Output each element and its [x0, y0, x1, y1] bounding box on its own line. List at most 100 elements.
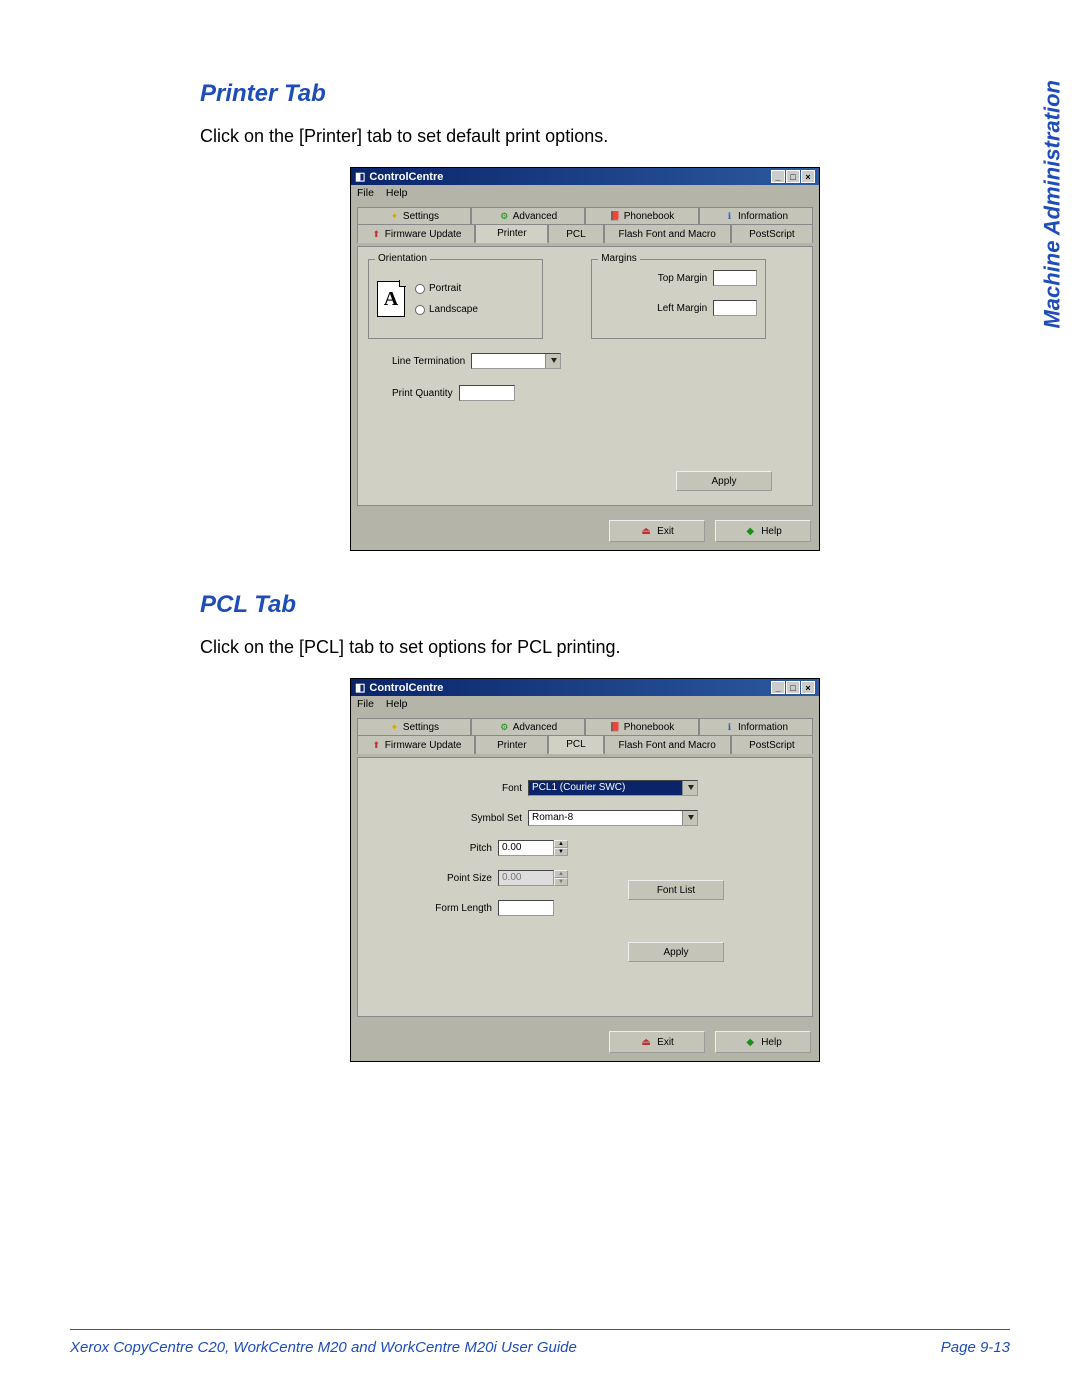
top-margin-label: Top Margin	[658, 273, 707, 284]
spin-up-icon[interactable]: ▲	[554, 840, 568, 848]
spin-down-icon[interactable]: ▼	[554, 848, 568, 856]
menu-help[interactable]: Help	[386, 698, 408, 710]
minimize-button[interactable]: _	[771, 681, 785, 694]
tab-printer[interactable]: Printer	[475, 735, 548, 754]
wrench-icon: ✦	[389, 722, 400, 733]
tab-phonebook[interactable]: 📕Phonebook	[585, 718, 699, 736]
tab-advanced[interactable]: ⚙Advanced	[471, 718, 585, 736]
symbol-set-label: Symbol Set	[452, 813, 522, 824]
tab-phonebook-label: Phonebook	[624, 722, 675, 733]
menubar: File Help	[351, 185, 819, 201]
line-termination-dropdown[interactable]	[471, 353, 561, 369]
maximize-button[interactable]: □	[786, 681, 800, 694]
pitch-value: 0.00	[502, 842, 521, 853]
tab-pcl[interactable]: PCL	[548, 224, 603, 243]
orientation-preview-icon: A	[377, 281, 405, 317]
symbol-set-dropdown[interactable]: Roman-8	[528, 810, 698, 826]
menubar: File Help	[351, 696, 819, 712]
apply-button[interactable]: Apply	[628, 942, 724, 962]
help-icon: ◆	[744, 1036, 756, 1048]
pitch-label: Pitch	[422, 843, 492, 854]
point-size-spinner[interactable]: 0.00▲▼	[498, 870, 554, 886]
tab-pcl[interactable]: PCL	[548, 735, 603, 754]
left-margin-input[interactable]	[713, 300, 757, 316]
titlebar: ◧ ControlCentre _ □ ×	[351, 679, 819, 696]
apply-button[interactable]: Apply	[676, 471, 772, 491]
desc-printer-tab: Click on the [Printer] tab to set defaul…	[200, 126, 970, 147]
print-quantity-label: Print Quantity	[392, 388, 453, 399]
left-margin-label: Left Margin	[657, 303, 707, 314]
font-list-button[interactable]: Font List	[628, 880, 724, 900]
top-margin-input[interactable]	[713, 270, 757, 286]
close-button[interactable]: ×	[801, 170, 815, 183]
tab-firmware-label: Firmware Update	[385, 229, 462, 240]
window-title: ControlCentre	[369, 682, 443, 694]
pitch-spinner[interactable]: 0.00▲▼	[498, 840, 554, 856]
footer-rule	[70, 1329, 1010, 1330]
help-icon: ◆	[744, 525, 756, 537]
tab-advanced[interactable]: ⚙Advanced	[471, 207, 585, 225]
tab-postscript[interactable]: PostScript	[731, 735, 813, 754]
help-label: Help	[761, 526, 782, 537]
menu-file[interactable]: File	[357, 187, 374, 199]
wrench-icon: ✦	[389, 211, 400, 222]
help-button[interactable]: ◆ Help	[715, 520, 811, 542]
exit-button[interactable]: ⏏ Exit	[609, 520, 705, 542]
controlcentre-window-pcl: ◧ ControlCentre _ □ × File Help ✦Setting…	[350, 678, 820, 1062]
maximize-button[interactable]: □	[786, 170, 800, 183]
tab-postscript[interactable]: PostScript	[731, 224, 813, 243]
tab-flash-font-macro[interactable]: Flash Font and Macro	[604, 735, 731, 754]
tab-phonebook[interactable]: 📕Phonebook	[585, 207, 699, 225]
orientation-legend: Orientation	[375, 253, 430, 264]
close-button[interactable]: ×	[801, 681, 815, 694]
tab-settings[interactable]: ✦Settings	[357, 207, 471, 225]
tab-information-label: Information	[738, 211, 788, 222]
radio-landscape-label: Landscape	[429, 304, 478, 315]
print-quantity-input[interactable]	[459, 385, 515, 401]
tab-printer-label: Printer	[497, 740, 526, 751]
gear-icon: ⚙	[499, 211, 510, 222]
tab-firmware-update[interactable]: ⬆Firmware Update	[357, 224, 475, 243]
tab-firmware-update[interactable]: ⬆Firmware Update	[357, 735, 475, 754]
tab-flash-font-macro[interactable]: Flash Font and Macro	[604, 224, 731, 243]
tab-firmware-label: Firmware Update	[385, 740, 462, 751]
tab-information-label: Information	[738, 722, 788, 733]
radio-landscape[interactable]: Landscape	[415, 304, 478, 315]
tab-information[interactable]: ℹInformation	[699, 207, 813, 225]
tab-settings-label: Settings	[403, 722, 439, 733]
exit-button[interactable]: ⏏Exit	[609, 1031, 705, 1053]
footer-page-number: Page 9-13	[941, 1339, 1010, 1356]
tab-postscript-label: PostScript	[749, 229, 795, 240]
tab-settings[interactable]: ✦Settings	[357, 718, 471, 736]
app-icon: ◧	[355, 681, 365, 694]
menu-file[interactable]: File	[357, 698, 374, 710]
tab-advanced-label: Advanced	[513, 722, 557, 733]
book-icon: 📕	[610, 211, 621, 222]
font-value: PCL1 (Courier SWC)	[532, 782, 625, 793]
tab-printer[interactable]: Printer	[475, 224, 548, 243]
exit-icon: ⏏	[640, 525, 652, 537]
orientation-group: Orientation A Portrait Landscape	[368, 259, 543, 339]
form-length-label: Form Length	[422, 903, 492, 914]
tab-advanced-label: Advanced	[513, 211, 557, 222]
minimize-button[interactable]: _	[771, 170, 785, 183]
info-icon: ℹ	[724, 211, 735, 222]
spin-down-icon[interactable]: ▼	[554, 878, 568, 886]
form-length-input[interactable]	[498, 900, 554, 916]
radio-portrait[interactable]: Portrait	[415, 283, 478, 294]
spin-up-icon[interactable]: ▲	[554, 870, 568, 878]
footer-left: Xerox CopyCentre C20, WorkCentre M20 and…	[70, 1339, 577, 1356]
exit-label: Exit	[657, 526, 674, 537]
point-value: 0.00	[502, 872, 521, 883]
menu-help[interactable]: Help	[386, 187, 408, 199]
font-dropdown[interactable]: PCL1 (Courier SWC)	[528, 780, 698, 796]
tab-information[interactable]: ℹInformation	[699, 718, 813, 736]
window-title: ControlCentre	[369, 171, 443, 183]
titlebar: ◧ ControlCentre _ □ ×	[351, 168, 819, 185]
radio-portrait-label: Portrait	[429, 283, 461, 294]
heading-pcl-tab: PCL Tab	[200, 591, 970, 619]
tab-pcl-label: PCL	[566, 229, 585, 240]
help-label: Help	[761, 1037, 782, 1048]
help-button[interactable]: ◆ Help	[715, 1031, 811, 1053]
app-icon: ◧	[355, 170, 365, 183]
